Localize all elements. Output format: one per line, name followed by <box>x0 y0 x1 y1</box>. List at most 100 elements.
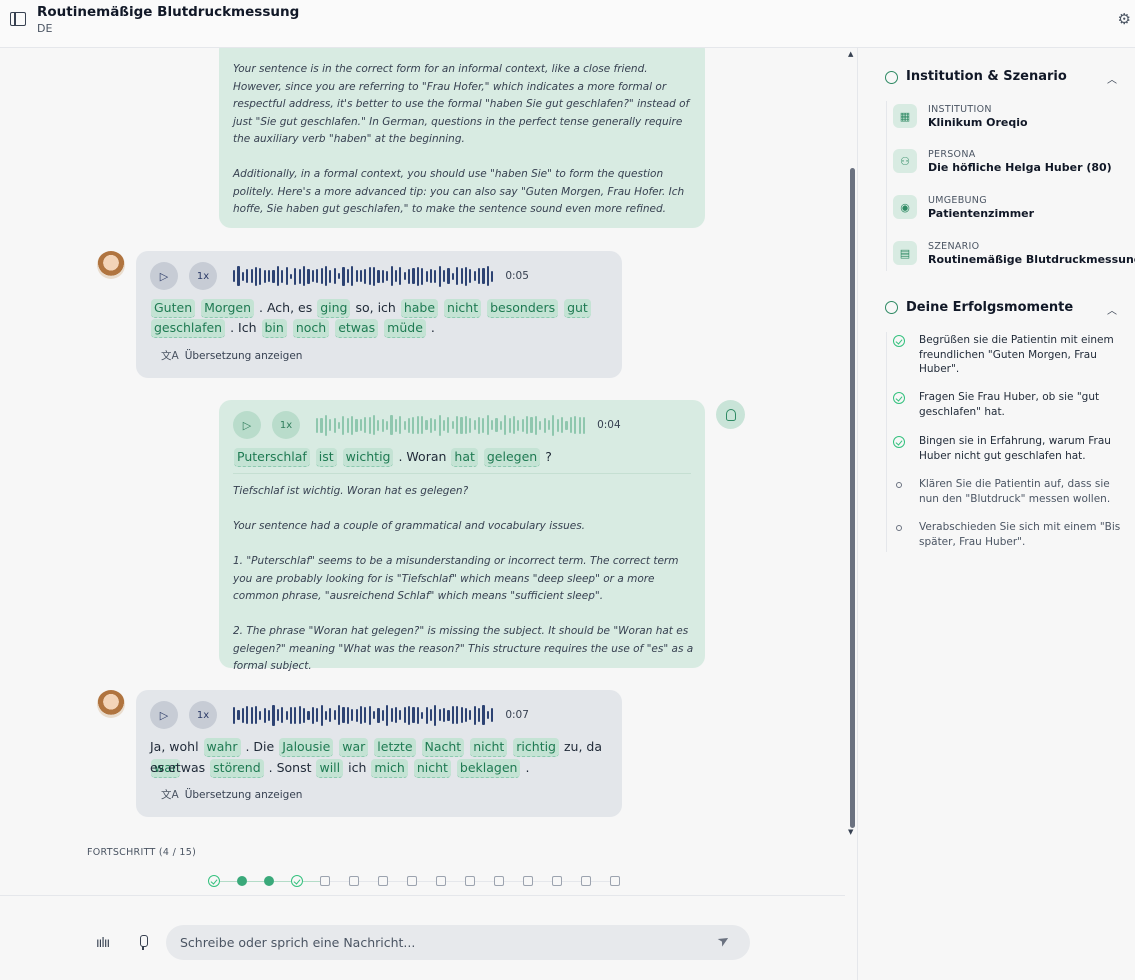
speed-button[interactable]: 1x <box>189 701 217 729</box>
scroll-down-arrow[interactable]: ▼ <box>848 828 853 836</box>
vocab-word[interactable]: wichtig <box>342 448 394 467</box>
scenario-item: ▤ SZENARIO Routinemäßige Blutdruckmessun… <box>893 241 1135 281</box>
vocab-word[interactable]: beklagen <box>456 759 521 778</box>
vocab-word[interactable]: noch <box>292 319 330 338</box>
vocab-word[interactable]: Puterschlaf <box>234 448 310 467</box>
waveform[interactable] <box>233 703 494 727</box>
waveform-bar <box>359 270 363 282</box>
chevron-up-icon[interactable]: ︿ <box>1107 302 1117 317</box>
vocab-word[interactable]: bin <box>261 319 287 338</box>
message-text-line: geschlafen . Ich bin noch etwas müde . <box>150 317 435 338</box>
waveform-bar <box>233 706 236 724</box>
waveform-bar <box>443 270 446 282</box>
voice-mode-icon[interactable]: ıılıı <box>96 936 110 951</box>
waveform-bar <box>246 269 249 283</box>
scroll-thumb[interactable] <box>850 168 855 828</box>
play-button[interactable]: ▷ <box>150 701 178 729</box>
waveform-bar <box>377 707 380 723</box>
show-translation-link[interactable]: 文A Übersetzung anzeigen <box>161 787 302 802</box>
progress-step <box>552 876 562 886</box>
waveform-bar <box>403 420 406 430</box>
waveform-bar <box>268 709 271 721</box>
gear-icon[interactable]: ⚙ <box>1118 10 1131 28</box>
language-code: DE <box>37 22 53 35</box>
audio-player: ▷ 1x 0:04 <box>233 411 621 439</box>
vocab-word[interactable]: Jalousie <box>279 738 334 757</box>
vocab-word[interactable]: gelegen <box>483 448 541 467</box>
message-text-line: es etwas störend . Sonst will ich mich n… <box>150 757 529 778</box>
waveform-bar <box>582 416 586 434</box>
chat-scrollbar[interactable]: ▲ ▼ <box>848 50 856 840</box>
waveform-bar <box>394 270 398 282</box>
microphone-icon[interactable] <box>138 935 148 950</box>
waveform-bar <box>259 267 262 285</box>
waveform-bar <box>412 707 415 723</box>
send-icon[interactable]: ➤ <box>715 931 733 951</box>
institution-section-title[interactable]: Institution & Szenario <box>906 69 1067 84</box>
sidebar-toggle-icon[interactable] <box>10 12 26 26</box>
speed-button[interactable]: 1x <box>272 411 300 439</box>
vocab-word[interactable]: nicht <box>444 299 482 318</box>
location-pin-icon: ◉ <box>893 195 917 219</box>
vocab-word[interactable]: etwas <box>335 319 379 338</box>
step-connector <box>247 880 264 882</box>
waveform-bar <box>316 417 319 433</box>
goals-section-title[interactable]: Deine Erfolgsmomente <box>906 300 1073 315</box>
step-connector <box>446 880 465 882</box>
waveform-bar <box>329 708 332 722</box>
vocab-word[interactable]: besonders <box>487 299 559 318</box>
play-button[interactable]: ▷ <box>233 411 261 439</box>
vocab-word[interactable]: war <box>339 738 369 757</box>
patient-message: ▷ 1x 0:07 Ja, wohl wahr . Die Jalousie w… <box>136 690 622 817</box>
waveform-bar <box>447 417 450 433</box>
translate-icon: 文A <box>161 789 179 801</box>
vocab-word[interactable]: mich <box>371 759 408 778</box>
vocab-word[interactable]: nicht <box>413 759 451 778</box>
vocab-word[interactable]: will <box>316 759 344 778</box>
play-button[interactable]: ▷ <box>150 262 178 290</box>
building-icon: ▦ <box>893 104 917 128</box>
chevron-up-icon[interactable]: ︿ <box>1107 71 1117 86</box>
waveform-bar <box>307 268 310 284</box>
waveform-bar <box>368 416 371 434</box>
waveform-bar <box>250 706 253 724</box>
vocab-word[interactable]: störend <box>210 759 264 778</box>
vocab-word[interactable]: gut <box>564 299 591 318</box>
progress-label: FORTSCHRITT (4 / 15) <box>87 847 197 858</box>
waveform-bar <box>381 709 384 721</box>
waveform-bar <box>333 417 336 433</box>
vocab-word[interactable]: richtig <box>513 738 559 757</box>
vocab-word[interactable]: habe <box>400 299 439 318</box>
waveform[interactable] <box>233 264 494 288</box>
waveform-bar <box>263 707 266 723</box>
vocab-word[interactable]: Morgen <box>201 299 255 318</box>
waveform[interactable] <box>316 413 586 437</box>
waveform-bar <box>499 420 502 430</box>
vocab-word[interactable]: Guten <box>151 299 196 318</box>
step-connector <box>562 880 581 882</box>
vocab-word[interactable]: hat <box>451 448 478 467</box>
scroll-up-arrow[interactable]: ▲ <box>848 50 853 58</box>
plain-text: so, ich <box>355 300 396 315</box>
waveform-bar <box>372 415 376 435</box>
show-translation-link[interactable]: 文A Übersetzung anzeigen <box>161 348 302 363</box>
waveform-bar <box>477 416 481 434</box>
pending-circle-icon <box>896 482 902 488</box>
message-input-box: ➤ <box>166 925 750 960</box>
vocab-word[interactable]: ist <box>315 448 337 467</box>
vocab-word[interactable]: geschlafen <box>151 319 226 338</box>
vocab-word[interactable]: nicht <box>470 738 508 757</box>
waveform-bar <box>473 271 476 281</box>
vocab-word[interactable]: Nacht <box>421 738 465 757</box>
audio-duration: 0:07 <box>505 709 529 721</box>
waveform-bar <box>456 416 459 434</box>
vocab-word[interactable]: letzte <box>374 738 416 757</box>
vocab-word[interactable]: wahr <box>203 738 241 757</box>
vocab-word[interactable]: ging <box>317 299 351 318</box>
waveform-bar <box>268 270 271 282</box>
vocab-word[interactable]: müde <box>384 319 426 338</box>
message-input[interactable] <box>180 933 680 951</box>
speed-button[interactable]: 1x <box>189 262 217 290</box>
waveform-bar <box>355 708 358 722</box>
waveform-bar <box>451 272 454 280</box>
